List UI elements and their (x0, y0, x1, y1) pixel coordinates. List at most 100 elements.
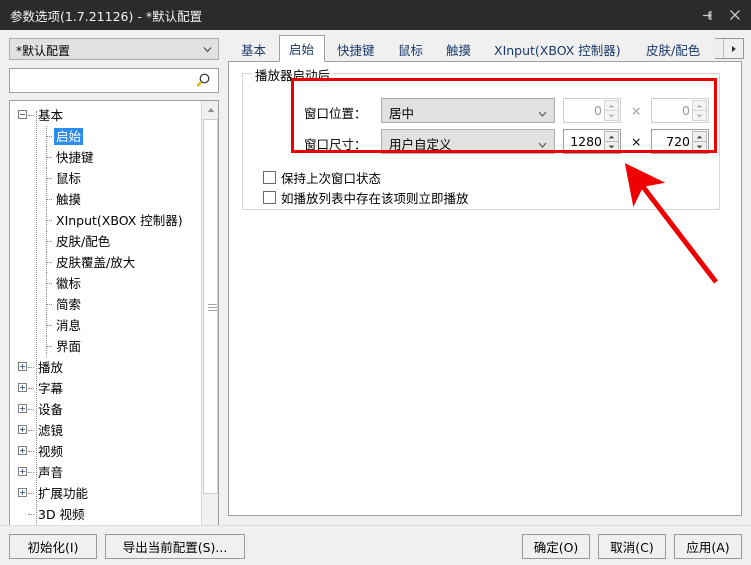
button-label: 初始化(I) (27, 540, 79, 555)
tree-item-label: 徽标 (56, 276, 82, 291)
tree-scrollbar[interactable] (201, 101, 218, 542)
tree-connector-line (28, 388, 34, 389)
spinner-up-icon[interactable] (692, 100, 707, 111)
sidebar: *默认配置 基本启始 快捷键 鼠标 触摸 XInput(XBOX 控制器) 皮肤/配色皮肤… (0, 30, 228, 543)
checkbox-box-icon[interactable] (263, 191, 276, 204)
play-if-in-playlist-label: 如播放列表中存在该项则立即播放 (281, 191, 469, 206)
tab-label: 皮肤/配色 (646, 43, 701, 58)
expand-icon[interactable] (18, 362, 27, 371)
tree-item[interactable]: 播放 (10, 357, 202, 378)
tree-item[interactable]: 界面 (10, 336, 202, 357)
window-size-width-spinner[interactable]: 1280 (563, 129, 621, 154)
tab-label: 基本 (241, 43, 267, 58)
spinner-up-icon[interactable] (692, 131, 707, 142)
tab-5[interactable]: XInput(XBOX 控制器) (484, 38, 634, 61)
scroll-up-icon[interactable] (202, 101, 218, 118)
tree-item-label: 播放 (38, 360, 64, 375)
tree-item[interactable]: XInput(XBOX 控制器) (10, 210, 202, 231)
tree-scrollbar-thumb[interactable] (203, 119, 218, 494)
startup-group-title: 播放器启动后 (251, 65, 335, 84)
tree-connector-line (46, 231, 47, 252)
tree-item[interactable]: 简索 (10, 294, 202, 315)
play-if-in-playlist-checkbox[interactable]: 如播放列表中存在该项则立即播放 (263, 188, 469, 207)
search-box[interactable] (9, 68, 219, 93)
close-icon[interactable] (721, 0, 749, 30)
spinner-down-icon[interactable] (604, 142, 619, 152)
tab-0[interactable]: 基本 (231, 38, 277, 61)
pin-icon[interactable] (693, 0, 721, 30)
scrollbar-grip-icon (208, 303, 217, 311)
tree-item[interactable]: 皮肤/配色 (10, 231, 202, 252)
spinner-up-icon[interactable] (604, 100, 619, 111)
tab-page-startup: 播放器启动后 窗口位置： 居中 0 × 0 窗口尺寸： 用户自定义 1280 ×… (228, 61, 742, 516)
tree-item[interactable]: 启始 (10, 126, 202, 147)
collapse-icon[interactable] (18, 110, 27, 119)
tree-item-label: 滤镜 (38, 423, 64, 438)
settings-tree[interactable]: 基本启始 快捷键 鼠标 触摸 XInput(XBOX 控制器) 皮肤/配色皮肤覆盖/放大徽… (9, 100, 219, 543)
footer-right-button-0[interactable]: 确定(O) (522, 534, 590, 559)
spinner-up-icon[interactable] (604, 131, 619, 142)
expand-icon[interactable] (18, 446, 27, 455)
tab-3[interactable]: 鼠标 (388, 38, 434, 61)
checkbox-box-icon[interactable] (263, 171, 276, 184)
tab-label: 鼠标 (398, 43, 424, 58)
tab-bar: 基本 启始 快捷键 鼠标 触摸 XInput(XBOX 控制器) 皮肤/配色 (228, 35, 751, 62)
window-position-dropdown[interactable]: 居中 (381, 98, 555, 123)
tree-item-label: 皮肤覆盖/放大 (56, 255, 136, 270)
spinner-down-icon[interactable] (604, 111, 619, 121)
chevron-down-icon (538, 107, 547, 117)
spinner-down-icon[interactable] (692, 111, 707, 121)
window-position-y-spin-buttons[interactable] (692, 100, 707, 121)
keep-last-window-state-checkbox[interactable]: 保持上次窗口状态 (263, 168, 381, 187)
tab-2[interactable]: 快捷键 (327, 38, 386, 61)
tree-item[interactable]: 滤镜 (10, 420, 202, 441)
window-position-x-spinner[interactable]: 0 (563, 98, 621, 123)
tree-item[interactable]: 设备 (10, 399, 202, 420)
footer-left-button-0[interactable]: 初始化(I) (9, 534, 97, 559)
tab-1[interactable]: 启始 (279, 35, 325, 62)
tree-connector-line (46, 189, 47, 210)
tree-item[interactable]: 触摸 (10, 189, 202, 210)
expand-icon[interactable] (18, 425, 27, 434)
search-icon[interactable] (195, 72, 213, 90)
keep-last-window-state-label: 保持上次窗口状态 (281, 171, 382, 186)
tab-6[interactable]: 皮肤/配色 (636, 38, 715, 61)
spinner-down-icon[interactable] (692, 142, 707, 152)
tree-connector-line (28, 493, 34, 494)
tree-item[interactable]: 快捷键 (10, 147, 202, 168)
title-bar-buttons (693, 0, 749, 30)
window-size-separator: × (631, 134, 642, 149)
window-size-dropdown[interactable]: 用户自定义 (381, 129, 555, 154)
profile-combobox[interactable]: *默认配置 (9, 38, 219, 60)
footer-right-button-2[interactable]: 应用(A) (674, 534, 742, 559)
tree-item[interactable]: 3D 视频 (10, 504, 202, 525)
tree-item[interactable]: 皮肤覆盖/放大 (10, 252, 202, 273)
tree-item[interactable]: 声音 (10, 462, 202, 483)
tree-item[interactable]: 基本 (10, 105, 202, 126)
tree-item[interactable]: 字幕 (10, 378, 202, 399)
window-size-height-spinner[interactable]: 720 (651, 129, 709, 154)
footer-right-button-1[interactable]: 取消(C) (598, 534, 666, 559)
tree-item-label: 基本 (38, 108, 64, 123)
footer-left-button-1[interactable]: 导出当前配置(S)... (105, 534, 245, 559)
triangle-right-icon[interactable] (722, 39, 743, 58)
tree-item-label: 扩展功能 (38, 486, 89, 501)
tree-item[interactable]: 扩展功能 (10, 483, 202, 504)
tree-item[interactable]: 鼠标 (10, 168, 202, 189)
window-size-width-spin-buttons[interactable] (604, 131, 619, 152)
search-input[interactable] (14, 72, 193, 91)
expand-icon[interactable] (18, 383, 27, 392)
tree-item[interactable]: 视频 (10, 441, 202, 462)
expand-icon[interactable] (18, 488, 27, 497)
window-position-y-spinner[interactable]: 0 (651, 98, 709, 123)
expand-icon[interactable] (18, 404, 27, 413)
tab-4[interactable]: 触摸 (436, 38, 482, 61)
tree-item[interactable]: 消息 (10, 315, 202, 336)
window-size-height-spin-buttons[interactable] (692, 131, 707, 152)
window-position-x-spin-buttons[interactable] (604, 100, 619, 121)
tree-item[interactable]: 徽标 (10, 273, 202, 294)
expand-icon[interactable] (18, 467, 27, 476)
options-dialog: 参数选项(1.7.21126) - *默认配置 *默认配置 基本 启始 快捷键 … (0, 0, 751, 565)
tab-label: 启始 (289, 42, 315, 57)
tree-item-label: XInput(XBOX 控制器) (56, 213, 183, 228)
